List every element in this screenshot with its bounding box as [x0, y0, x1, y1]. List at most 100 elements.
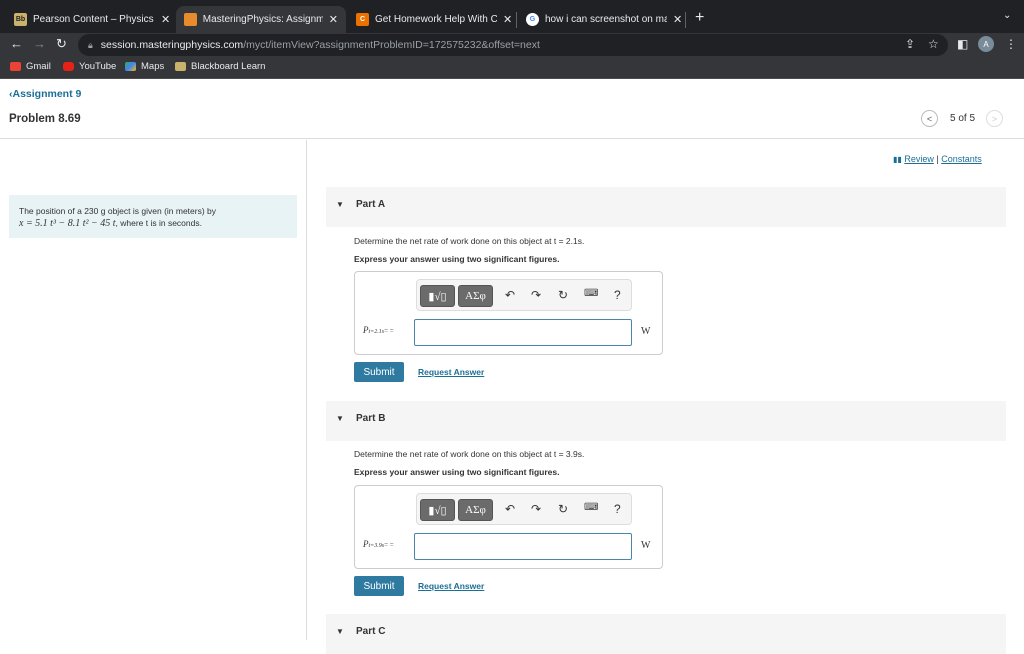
next-problem-button[interactable]: >	[986, 110, 1004, 127]
bookmark-gmail[interactable]: Gmail	[10, 61, 51, 72]
part-a-request-answer-link[interactable]: Request Answer	[418, 367, 484, 377]
keyboard-icon[interactable]: ⌨	[584, 502, 598, 513]
part-c-header[interactable]: ▼ Part C	[326, 614, 1006, 654]
math-toolbar: ▮√▯ ΑΣφ ↶ ↷ ↻ ⌨ ?	[416, 279, 632, 311]
resource-links: ▮▮ Review | Constants	[893, 154, 982, 164]
part-a-header[interactable]: ▼ Part A	[326, 187, 1006, 227]
problem-text-suffix: , where t is in seconds.	[115, 218, 202, 228]
youtube-icon	[63, 62, 74, 71]
close-icon[interactable]: ✕	[161, 13, 170, 26]
bookmark-label: Gmail	[26, 61, 51, 72]
templates-button[interactable]: ▮√▯	[420, 285, 455, 307]
reset-icon[interactable]: ↻	[558, 288, 568, 302]
constants-link[interactable]: Constants	[941, 154, 982, 164]
address-bar[interactable]: 🔒︎ session.masteringphysics.com/myct/ite…	[78, 34, 948, 56]
tab-title: how i can screenshot on macb	[545, 14, 667, 25]
profile-avatar[interactable]: A	[978, 36, 994, 52]
close-icon[interactable]: ✕	[503, 13, 512, 26]
answer-subscript: t=3.9s	[368, 543, 385, 549]
part-label: Part C	[356, 626, 386, 637]
collapse-triangle-icon: ▼	[336, 414, 344, 423]
help-icon[interactable]: ?	[614, 288, 621, 302]
problem-statement: The position of a 230 g object is given …	[9, 195, 297, 238]
browser-toolbar: ← → ↻ 🔒︎ session.masteringphysics.com/my…	[0, 33, 1024, 57]
part-a-answer-input[interactable]	[414, 319, 632, 346]
undo-icon[interactable]: ↶	[505, 502, 515, 516]
side-panel-icon[interactable]: ◧	[957, 37, 968, 51]
link-separator: |	[936, 154, 939, 164]
problem-text: The position of a 230 g object is given …	[19, 206, 217, 216]
menu-kebab-icon[interactable]: ⋮	[1005, 37, 1017, 51]
part-label: Part A	[356, 199, 386, 210]
answer-subscript: t=2.1s	[368, 329, 385, 335]
pager-text: 5 of 5	[950, 113, 976, 124]
reload-icon[interactable]: ↻	[56, 36, 67, 52]
part-b-answer-box: ▮√▯ ΑΣφ ↶ ↷ ↻ ⌨ ? Pt=3.9s= = W	[354, 485, 663, 569]
masteringphysics-icon	[184, 13, 197, 26]
undo-icon[interactable]: ↶	[505, 288, 515, 302]
close-icon[interactable]: ✕	[673, 13, 682, 26]
problem-title: Problem 8.69	[9, 113, 81, 125]
collapse-triangle-icon: ▼	[336, 627, 344, 636]
math-toolbar: ▮√▯ ΑΣφ ↶ ↷ ↻ ⌨ ?	[416, 493, 632, 525]
unit-label: W	[641, 540, 651, 551]
part-label: Part B	[356, 413, 386, 424]
share-icon[interactable]: ⇪	[905, 37, 915, 51]
tab-masteringphysics[interactable]: MasteringPhysics: Assignment ✕	[176, 6, 346, 33]
tab-title: Get Homework Help With Cheg	[375, 14, 497, 25]
help-icon[interactable]: ?	[614, 502, 621, 516]
part-b-submit-button[interactable]: Submit	[354, 576, 404, 596]
part-b-request-answer-link[interactable]: Request Answer	[418, 581, 484, 591]
part-b-header[interactable]: ▼ Part B	[326, 401, 1006, 441]
back-link-label: Assignment 9	[12, 88, 82, 100]
close-icon[interactable]: ✕	[329, 13, 338, 26]
tab-title: MasteringPhysics: Assignment	[202, 14, 323, 25]
tab-chegg[interactable]: C Get Homework Help With Cheg ✕	[348, 6, 520, 33]
url-host: session.masteringphysics.com	[100, 39, 244, 51]
forward-arrow-icon[interactable]: →	[33, 36, 46, 51]
tab-google[interactable]: G how i can screenshot on macb ✕	[518, 6, 690, 33]
answer-equals: = =	[384, 541, 394, 549]
symbols-button[interactable]: ΑΣφ	[458, 285, 493, 307]
part-a-instruction: Express your answer using two significan…	[354, 254, 560, 264]
problem-pane: The position of a 230 g object is given …	[0, 140, 307, 640]
blackboard-icon	[175, 62, 186, 71]
keyboard-icon[interactable]: ⌨	[584, 288, 598, 299]
bookmark-maps[interactable]: Maps	[125, 61, 164, 72]
tab-title: Pearson Content – Physics and	[33, 14, 155, 25]
tab-pearson[interactable]: Bb Pearson Content – Physics and ✕	[6, 6, 178, 33]
position-equation: x = 5.1 t³ − 8.1 t² − 45 t	[19, 218, 116, 229]
templates-button[interactable]: ▮√▯	[420, 499, 455, 521]
redo-icon[interactable]: ↷	[531, 288, 541, 302]
redo-icon[interactable]: ↷	[531, 502, 541, 516]
chegg-icon: C	[356, 13, 369, 26]
answer-label: Pt=3.9s= =	[363, 539, 394, 549]
url-path: /myct/itemView?assignmentProblemID=17257…	[243, 39, 540, 51]
tab-separator	[516, 12, 517, 28]
review-link[interactable]: Review	[904, 154, 934, 164]
maps-icon	[125, 62, 136, 71]
google-icon: G	[526, 13, 539, 26]
bookmarks-bar: Gmail YouTube Maps Blackboard Learn	[0, 57, 1024, 79]
part-a-submit-button[interactable]: Submit	[354, 362, 404, 382]
part-b-answer-input[interactable]	[414, 533, 632, 560]
answer-equals: = =	[384, 327, 394, 335]
tab-separator	[685, 12, 686, 28]
bookmark-blackboard[interactable]: Blackboard Learn	[175, 61, 265, 72]
pager: < 5 of 5 >	[921, 110, 1004, 127]
bookmark-label: Blackboard Learn	[191, 61, 266, 72]
answer-label: Pt=2.1s= =	[363, 325, 394, 335]
reset-icon[interactable]: ↻	[558, 502, 568, 516]
star-icon[interactable]: ☆	[928, 37, 939, 51]
book-icon: ▮▮	[893, 155, 902, 164]
part-b-instruction: Express your answer using two significan…	[354, 467, 560, 477]
back-to-assignment-link[interactable]: ‹Assignment 9	[9, 88, 81, 100]
part-b-question: Determine the net rate of work done on t…	[354, 449, 585, 459]
page-header: ‹Assignment 9 Problem 8.69 < 5 of 5 >	[0, 79, 1024, 139]
previous-problem-button[interactable]: <	[921, 110, 938, 127]
bookmark-youtube[interactable]: YouTube	[63, 61, 116, 72]
new-tab-button[interactable]: +	[695, 9, 704, 27]
back-arrow-icon[interactable]: ←	[10, 36, 23, 51]
tab-search-chevron-icon[interactable]: ⌄	[1003, 10, 1011, 21]
symbols-button[interactable]: ΑΣφ	[458, 499, 493, 521]
